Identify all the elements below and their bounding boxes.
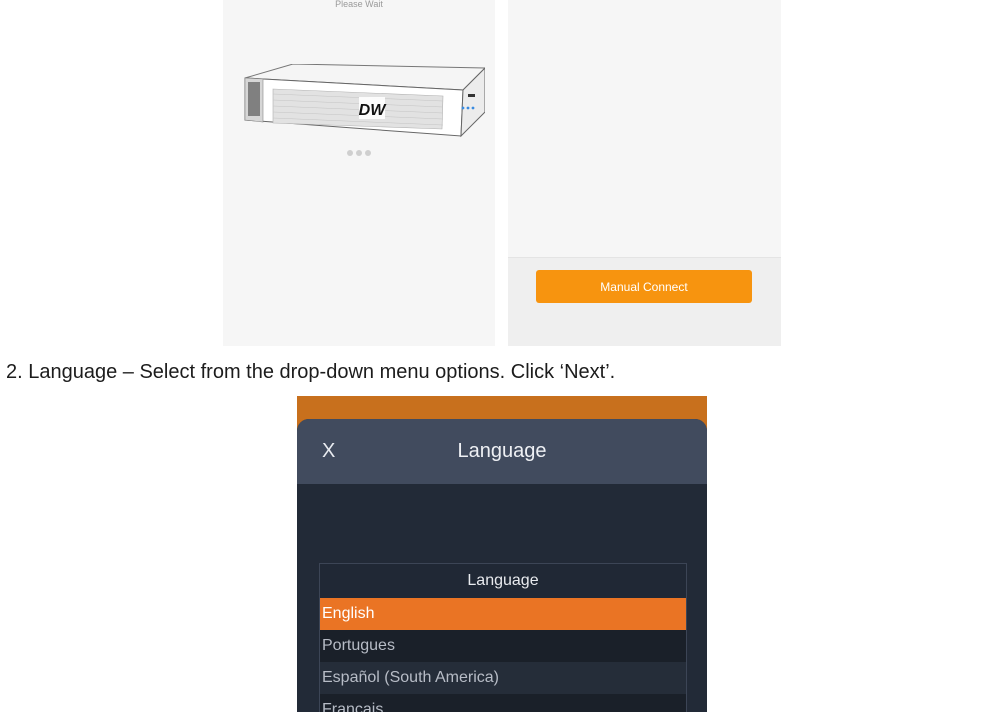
language-sheet: X Language Language English Portugues Es… xyxy=(297,419,707,712)
language-option-english[interactable]: English xyxy=(320,598,686,630)
language-option-portugues[interactable]: Portugues xyxy=(320,630,686,662)
panel-footer: Manual Connect xyxy=(508,257,781,346)
device-list-panel: Manual Connect xyxy=(508,0,781,346)
language-screen: X Language Language English Portugues Es… xyxy=(297,396,707,712)
please-wait-text: Please Wait xyxy=(335,0,383,9)
loading-dots-icon xyxy=(223,150,495,156)
loading-dot xyxy=(365,150,371,156)
language-option-espanol[interactable]: Español (South America) xyxy=(320,662,686,694)
connecting-panel: Please Wait DW xyxy=(223,0,495,346)
device-logo-text: DW xyxy=(359,102,388,119)
language-list-header: Language xyxy=(320,564,686,598)
loading-dot xyxy=(347,150,353,156)
language-dropdown-list[interactable]: Language English Portugues Español (Sout… xyxy=(319,563,687,712)
instruction-text: 2. Language – Select from the drop-down … xyxy=(6,361,616,383)
language-option-francais[interactable]: Francais xyxy=(320,694,686,712)
sheet-title: Language xyxy=(457,440,547,462)
sheet-header: X Language xyxy=(297,419,707,484)
loading-dot xyxy=(356,150,362,156)
nvr-recorder-icon: DW xyxy=(244,64,485,138)
manual-connect-button[interactable]: Manual Connect xyxy=(536,270,752,303)
